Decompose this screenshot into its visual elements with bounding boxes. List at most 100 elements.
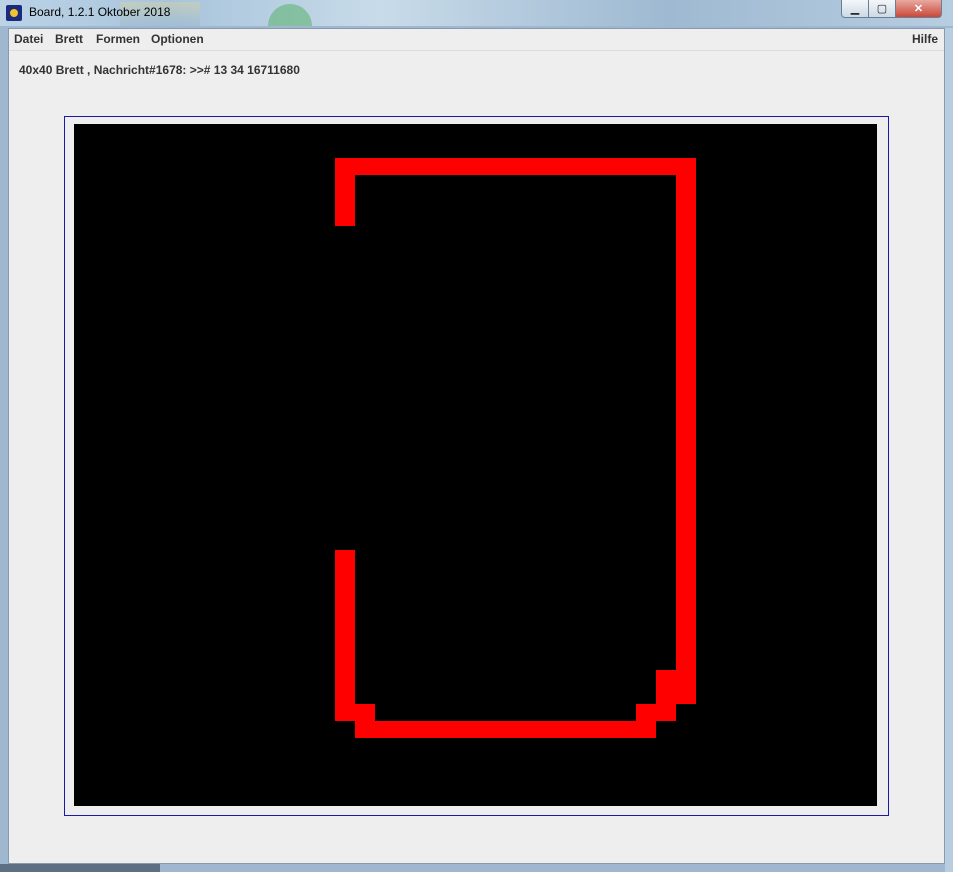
title-bar[interactable]: Board, 1.2.1 Oktober 2018 ▁ ▢ ✕ — [0, 0, 953, 26]
board-cell — [335, 687, 355, 704]
status-message: 40x40 Brett , Nachricht#1678: >># 13 34 … — [19, 63, 300, 77]
board-cell — [536, 721, 556, 738]
board-cell — [335, 670, 355, 687]
board-cell — [676, 192, 696, 209]
board-cell — [676, 516, 696, 533]
board-cell — [335, 209, 355, 226]
board-cell — [435, 721, 455, 738]
menu-bar: Datei Brett Formen Optionen Hilfe — [9, 29, 944, 51]
board-cell — [415, 158, 435, 175]
board-cell — [616, 158, 636, 175]
board-cell — [476, 721, 496, 738]
board-cell — [676, 243, 696, 260]
board-cell — [676, 329, 696, 346]
board-cell — [676, 465, 696, 482]
board-cell — [676, 295, 696, 312]
board-cell — [676, 397, 696, 414]
board-cell — [335, 636, 355, 653]
taskbar-edge — [0, 864, 160, 872]
board-cell — [496, 721, 516, 738]
board-cell — [335, 192, 355, 209]
board-cell — [596, 158, 616, 175]
board-cell — [636, 158, 656, 175]
board-cell — [676, 448, 696, 465]
board-cell — [435, 158, 455, 175]
board-cell — [556, 158, 576, 175]
board-cell — [656, 687, 676, 704]
menu-brett[interactable]: Brett — [55, 32, 83, 46]
board-cell — [676, 482, 696, 499]
board-cell — [335, 584, 355, 601]
board-frame — [64, 116, 889, 816]
board-cell — [375, 158, 395, 175]
taskbar-decoration — [268, 4, 312, 26]
board-cell — [455, 158, 476, 175]
board-cell — [516, 158, 536, 175]
app-icon[interactable] — [6, 5, 22, 21]
menu-optionen[interactable]: Optionen — [151, 32, 204, 46]
board-cell — [335, 158, 355, 175]
maximize-button[interactable]: ▢ — [868, 0, 896, 18]
board-cell — [536, 158, 556, 175]
board-cell — [676, 158, 696, 175]
board-cell — [636, 704, 656, 721]
board-cell — [375, 721, 395, 738]
board-cell — [355, 704, 375, 721]
board-cell — [676, 499, 696, 516]
board-cell — [676, 226, 696, 243]
board-cell — [576, 721, 596, 738]
board-cell — [656, 704, 676, 721]
client-area: Datei Brett Formen Optionen Hilfe 40x40 … — [8, 28, 945, 864]
board-cell — [676, 414, 696, 431]
board-cell — [676, 567, 696, 584]
board-cell — [676, 346, 696, 363]
menu-datei[interactable]: Datei — [14, 32, 43, 46]
board-cell — [476, 158, 496, 175]
board-cell — [656, 670, 676, 687]
board-cell — [676, 687, 696, 704]
board-cell — [676, 175, 696, 192]
board-cell — [676, 277, 696, 295]
board-cell — [676, 653, 696, 670]
board-cell — [576, 158, 596, 175]
window-title: Board, 1.2.1 Oktober 2018 — [29, 5, 171, 19]
minimize-button[interactable]: ▁ — [841, 0, 869, 18]
board-cell — [335, 567, 355, 584]
app-window: Board, 1.2.1 Oktober 2018 ▁ ▢ ✕ Datei Br… — [0, 0, 953, 872]
board-cell — [676, 260, 696, 277]
menu-hilfe[interactable]: Hilfe — [912, 32, 938, 46]
close-button[interactable]: ✕ — [895, 0, 942, 18]
board-cell — [676, 550, 696, 567]
board-cell — [656, 158, 676, 175]
board-cell — [676, 363, 696, 380]
board-cell — [335, 550, 355, 567]
board-cell — [616, 721, 636, 738]
board-cell — [556, 721, 576, 738]
board-cell — [636, 721, 656, 738]
board-cell — [676, 584, 696, 601]
board-cell — [676, 601, 696, 618]
menu-formen[interactable]: Formen — [96, 32, 140, 46]
board-cell — [676, 380, 696, 397]
board-cell — [355, 721, 375, 738]
board-cell — [676, 209, 696, 226]
board-cell — [415, 721, 435, 738]
board-canvas[interactable] — [74, 124, 877, 806]
board-cell — [455, 721, 476, 738]
board-cell — [676, 618, 696, 636]
board-cell — [395, 158, 415, 175]
window-edge — [945, 28, 953, 872]
board-cell — [676, 431, 696, 448]
board-cell — [355, 158, 375, 175]
board-cell — [676, 312, 696, 329]
board-cell — [395, 721, 415, 738]
board-cell — [676, 533, 696, 550]
board-cell — [335, 618, 355, 636]
board-cell — [516, 721, 536, 738]
board-cell — [335, 175, 355, 192]
board-cell — [676, 670, 696, 687]
board-cell — [335, 704, 355, 721]
board-cell — [676, 636, 696, 653]
board-cell — [335, 601, 355, 618]
board-cell — [335, 653, 355, 670]
